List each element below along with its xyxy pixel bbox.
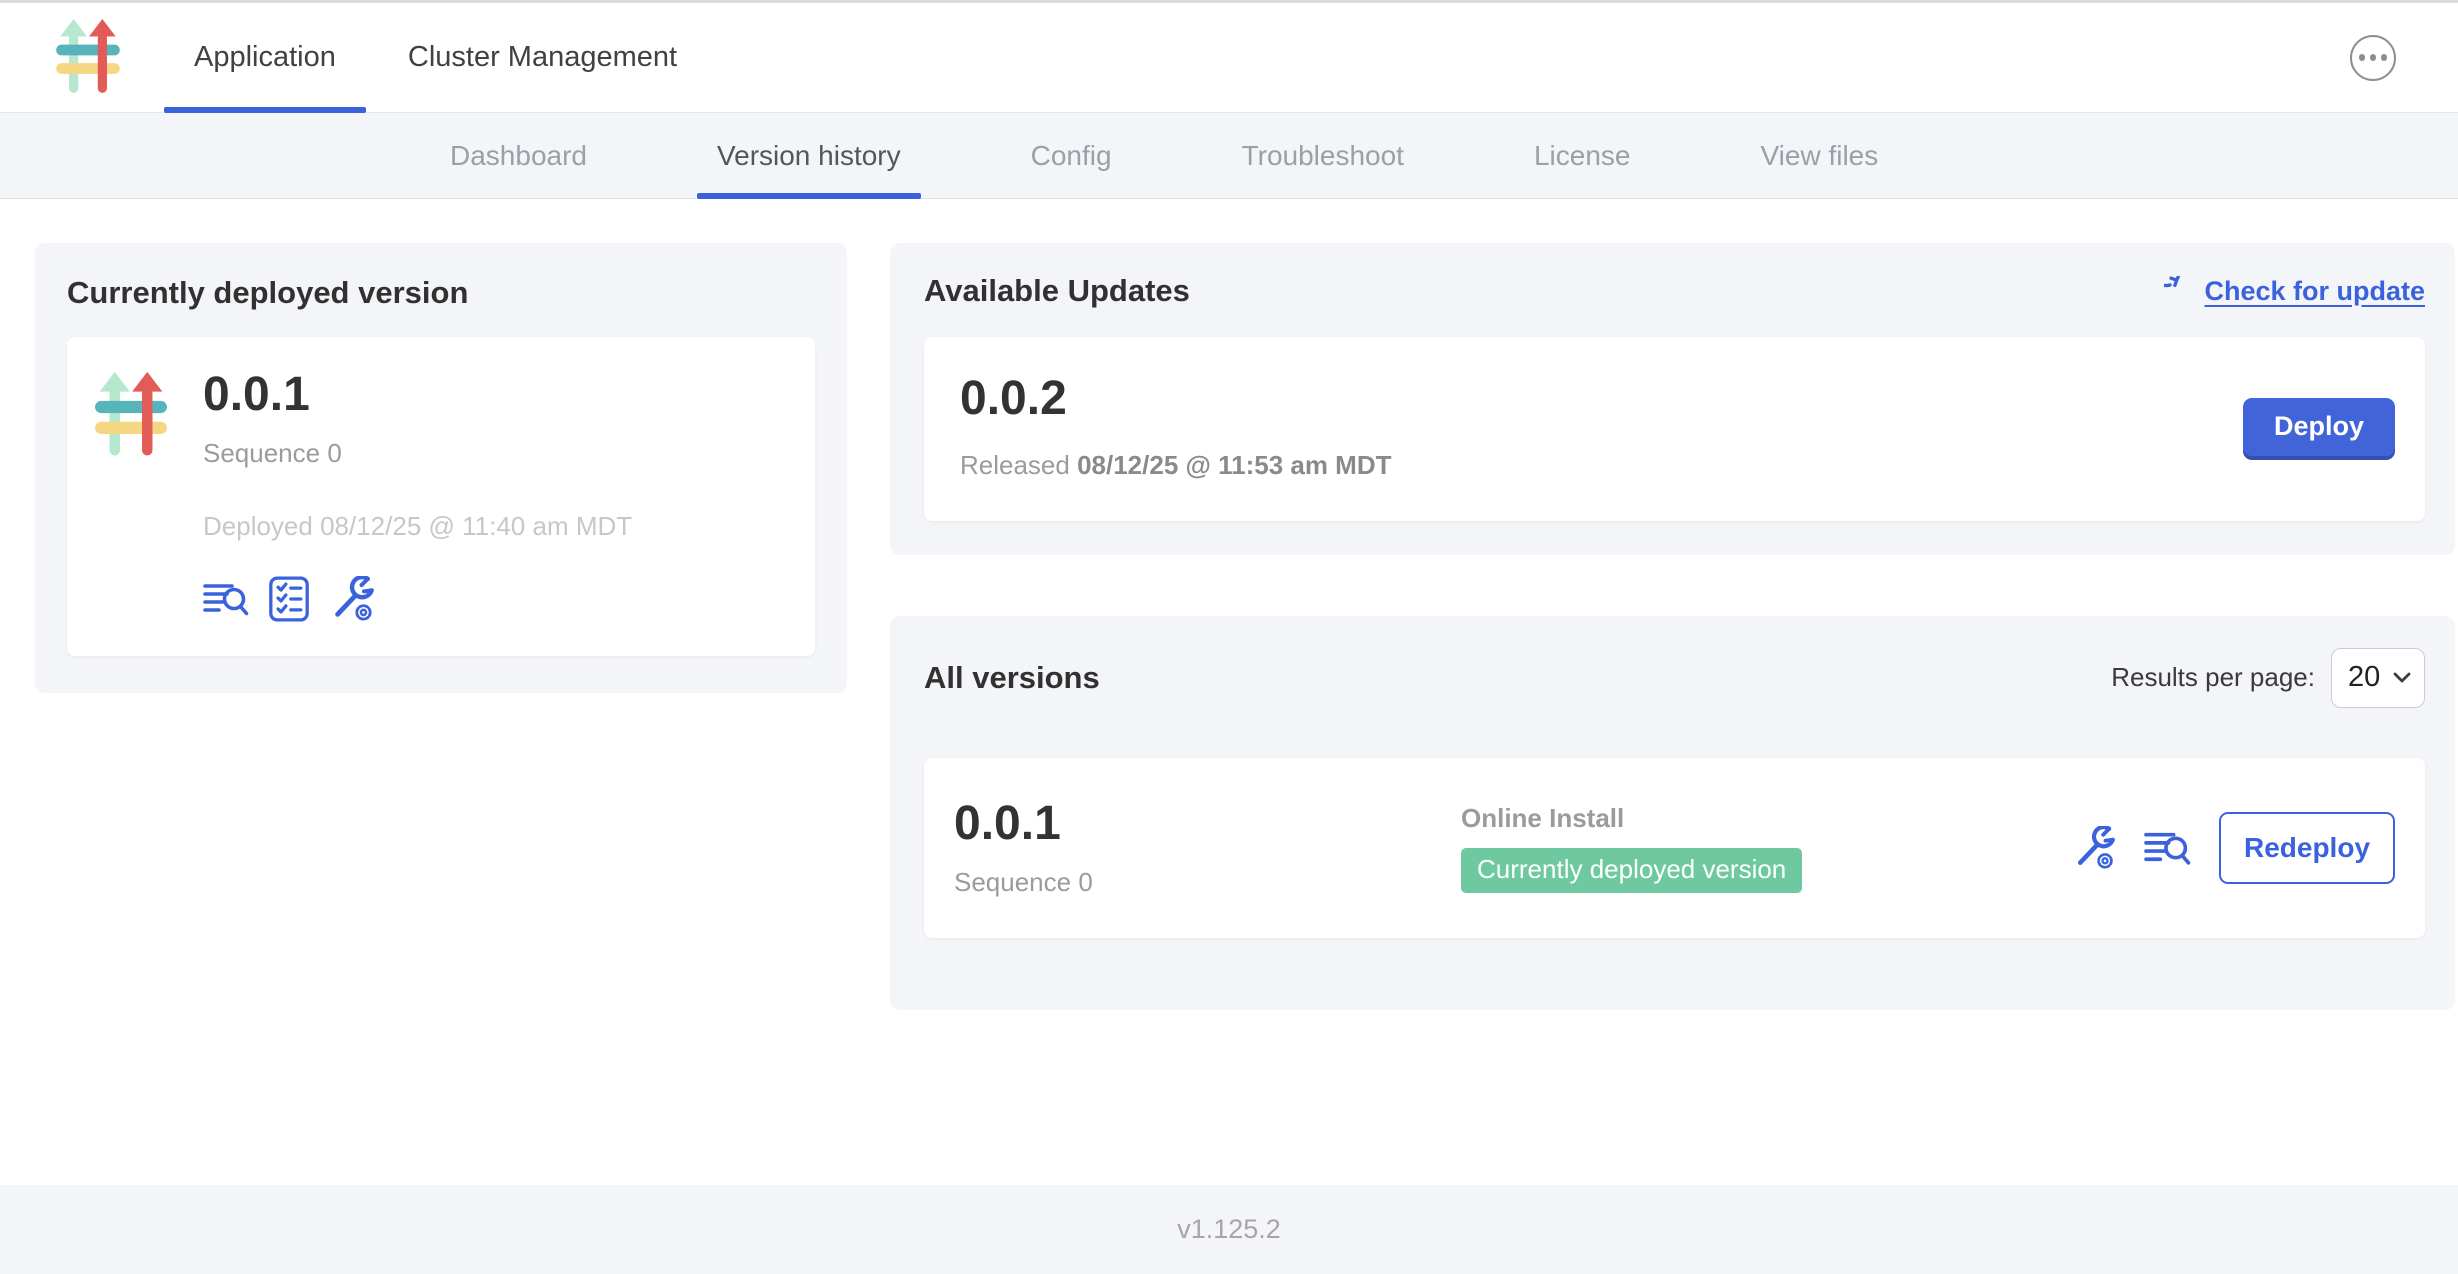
deployed-timestamp: Deployed 08/12/25 @ 11:40 am MDT <box>203 511 632 542</box>
row-sequence: Sequence 0 <box>954 867 1461 898</box>
console-version: v1.125.2 <box>1177 1214 1281 1245</box>
subnav-license[interactable]: License <box>1534 113 1631 198</box>
app-logo-icon <box>95 371 167 461</box>
left-column: Currently deployed version 0.0.1 Sequenc… <box>35 243 847 693</box>
version-row-status: Online Install Currently deployed versio… <box>1461 803 2072 893</box>
all-versions-header: All versions Results per page: 20 <box>924 648 2425 708</box>
top-header: Application Cluster Management <box>0 3 2458 113</box>
available-updates-title: Available Updates <box>924 273 1190 309</box>
refresh-icon <box>2164 276 2194 306</box>
subnav-version-history[interactable]: Version history <box>717 113 901 198</box>
tab-application-label: Application <box>194 41 336 74</box>
subnav-troubleshoot[interactable]: Troubleshoot <box>1242 113 1404 198</box>
release-notes-icon[interactable] <box>2144 828 2191 868</box>
update-info: 0.0.2 Released 08/12/25 @ 11:53 am MDT <box>960 373 1392 481</box>
results-per-page-label: Results per page: <box>2111 662 2315 693</box>
deployed-sequence: Sequence 0 <box>203 438 632 469</box>
subnav-config[interactable]: Config <box>1031 113 1112 198</box>
version-row: 0.0.1 Sequence 0 Online Install Currentl… <box>924 758 2425 938</box>
edit-config-wrench-icon[interactable] <box>2072 826 2116 870</box>
results-per-page-group: Results per page: 20 <box>2111 648 2425 708</box>
currently-deployed-badge: Currently deployed version <box>1461 848 1802 893</box>
deployed-version-card: 0.0.1 Sequence 0 Deployed 08/12/25 @ 11:… <box>67 337 815 656</box>
all-versions-title: All versions <box>924 660 1100 696</box>
app-logo-icon <box>56 19 120 97</box>
deploy-button[interactable]: Deploy <box>2243 398 2395 456</box>
deployed-version-number: 0.0.1 <box>203 369 632 422</box>
app-subnav: Dashboard Version history Config Trouble… <box>0 113 2458 199</box>
ellipsis-icon <box>2359 54 2366 61</box>
release-notes-icon[interactable] <box>203 579 249 619</box>
currently-deployed-title: Currently deployed version <box>67 275 815 311</box>
version-row-info: 0.0.1 Sequence 0 <box>954 798 1461 898</box>
version-row-actions <box>2072 826 2191 870</box>
right-column: Available Updates Check for update 0.0.2… <box>890 243 2455 1010</box>
currently-deployed-panel: Currently deployed version 0.0.1 Sequenc… <box>35 243 847 693</box>
main-content: Currently deployed version 0.0.1 Sequenc… <box>0 199 2458 1185</box>
tab-cluster-management[interactable]: Cluster Management <box>372 3 713 112</box>
deployed-actions <box>203 576 632 622</box>
tab-application[interactable]: Application <box>158 3 372 112</box>
released-date: 08/12/25 @ 11:53 am MDT <box>1077 450 1391 480</box>
ellipsis-icon <box>2381 54 2388 61</box>
check-for-update-link[interactable]: Check for update <box>2164 276 2425 307</box>
install-type-label: Online Install <box>1461 803 2072 834</box>
page: Application Cluster Management Dashboard… <box>0 0 2458 1274</box>
check-for-update-label: Check for update <box>2204 276 2425 307</box>
results-per-page-value: 20 <box>2348 661 2380 694</box>
more-options-button[interactable] <box>2350 35 2396 81</box>
redeploy-button[interactable]: Redeploy <box>2219 812 2395 884</box>
available-updates-header: Available Updates Check for update <box>924 273 2425 309</box>
update-version-number: 0.0.2 <box>960 373 1392 426</box>
edit-config-wrench-icon[interactable] <box>329 576 375 622</box>
update-card: 0.0.2 Released 08/12/25 @ 11:53 am MDT D… <box>924 337 2425 521</box>
all-versions-panel: All versions Results per page: 20 0.0.1 … <box>890 616 2455 1010</box>
deployed-version-info: 0.0.1 Sequence 0 Deployed 08/12/25 @ 11:… <box>203 369 632 622</box>
subnav-dashboard[interactable]: Dashboard <box>450 113 587 198</box>
subnav-view-files[interactable]: View files <box>1760 113 1878 198</box>
available-updates-panel: Available Updates Check for update 0.0.2… <box>890 243 2455 555</box>
preflight-checklist-icon[interactable] <box>269 576 309 622</box>
update-released-line: Released 08/12/25 @ 11:53 am MDT <box>960 450 1392 481</box>
chevron-down-icon <box>2393 672 2411 683</box>
tab-cluster-management-label: Cluster Management <box>408 41 677 74</box>
ellipsis-icon <box>2370 54 2377 61</box>
results-per-page-select[interactable]: 20 <box>2331 648 2425 708</box>
released-prefix: Released <box>960 450 1077 480</box>
row-version-number: 0.0.1 <box>954 798 1461 851</box>
footer: v1.125.2 <box>0 1185 2458 1274</box>
